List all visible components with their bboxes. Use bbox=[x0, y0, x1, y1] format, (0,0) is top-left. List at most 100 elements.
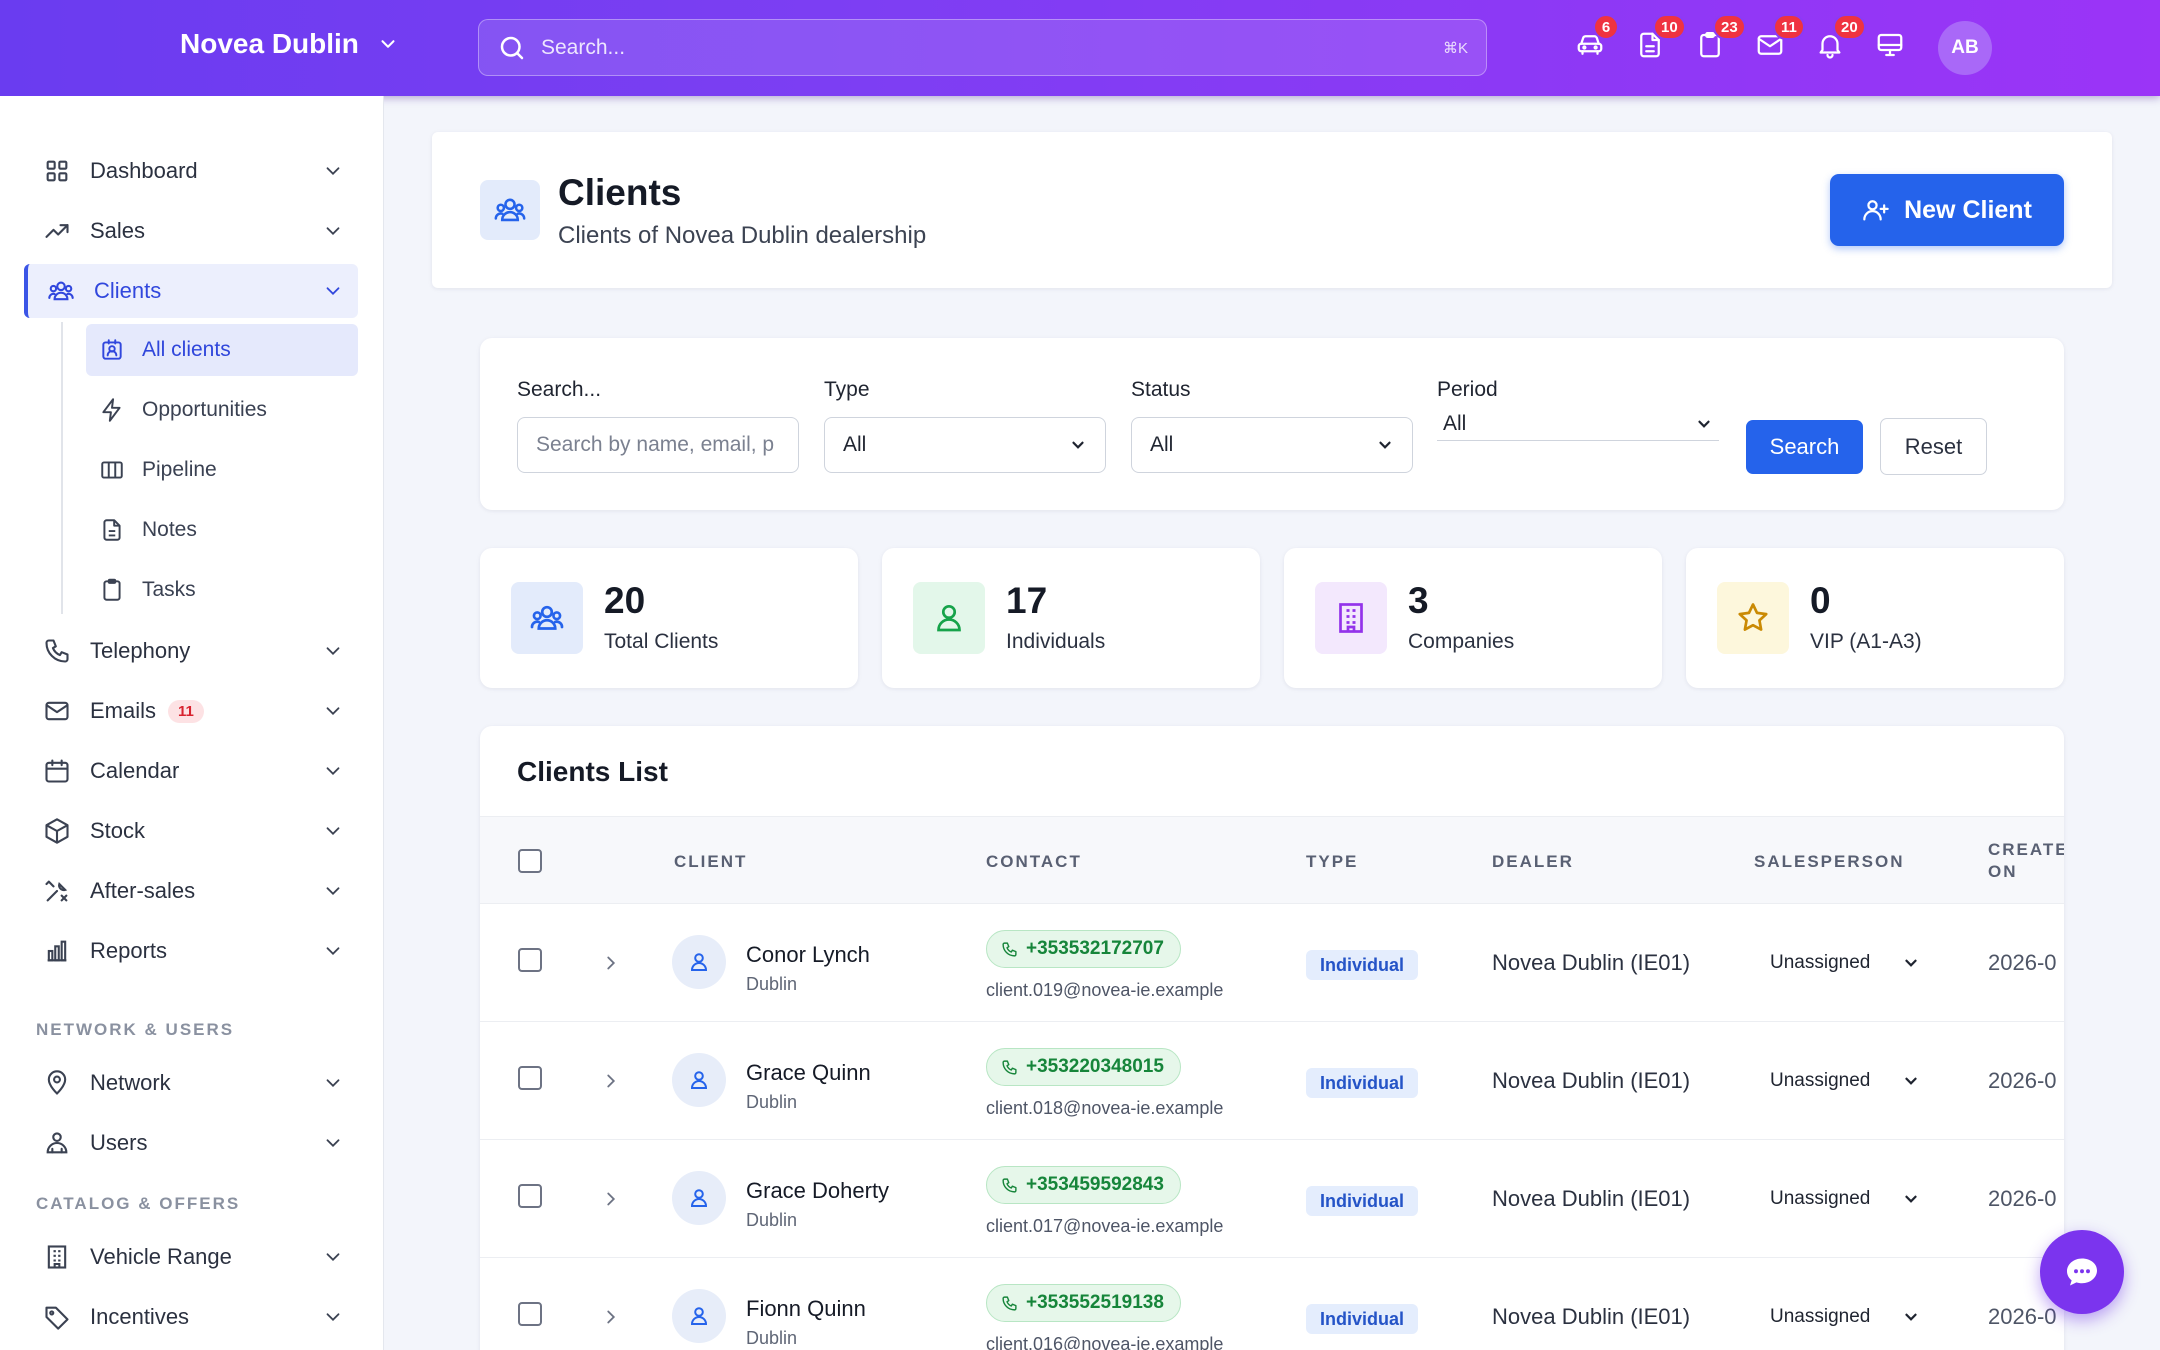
global-search[interactable]: ⌘K bbox=[478, 19, 1487, 76]
avatar bbox=[672, 1289, 726, 1343]
table-row[interactable]: Grace Doherty Dublin +353459592843 client.0… bbox=[480, 1140, 2064, 1258]
sidebar-item-clients[interactable]: Clients bbox=[24, 264, 358, 318]
row-checkbox[interactable] bbox=[518, 1184, 542, 1208]
row-checkbox[interactable] bbox=[518, 948, 542, 972]
stat-total-clients: 20 Total Clients bbox=[480, 548, 858, 688]
stat-icon-box bbox=[1717, 582, 1789, 654]
sidebar-item-telephony[interactable]: Telephony bbox=[24, 624, 358, 678]
notifications-button[interactable]: 20 bbox=[1815, 14, 1866, 64]
column-client[interactable]: CLIENT bbox=[674, 851, 747, 873]
tools-icon bbox=[45, 880, 68, 902]
type-badge: Individual bbox=[1306, 1186, 1419, 1216]
mail-badge: 11 bbox=[1773, 14, 1805, 40]
chat-icon bbox=[2067, 1258, 2097, 1286]
pin-icon bbox=[47, 1070, 67, 1095]
add-user-icon bbox=[1863, 200, 1889, 221]
phone-chip[interactable]: +353459592843 bbox=[986, 1166, 1181, 1204]
column-dealer[interactable]: DEALER bbox=[1492, 851, 1574, 873]
salesperson-select[interactable]: Unassigned bbox=[1770, 1296, 1920, 1338]
status-select[interactable]: All bbox=[1131, 417, 1413, 473]
chevron-down-icon bbox=[326, 1313, 340, 1322]
salesperson-select[interactable]: Unassigned bbox=[1770, 1060, 1920, 1102]
sidebar-subitem-label: Opportunities bbox=[142, 398, 267, 421]
global-search-input[interactable] bbox=[541, 35, 1443, 60]
select-all-checkbox[interactable] bbox=[518, 849, 542, 873]
sidebar-item-incentives[interactable]: Incentives bbox=[24, 1290, 358, 1344]
chevron-right-icon[interactable] bbox=[600, 1188, 622, 1210]
table-row[interactable]: Conor Lynch Dublin +353532172707 client.019… bbox=[480, 904, 2064, 1022]
salesperson-select[interactable]: Unassigned bbox=[1770, 942, 1920, 984]
period-select-value: All bbox=[1443, 411, 1467, 435]
chevron-right-icon[interactable] bbox=[600, 1070, 622, 1092]
phone-icon bbox=[1002, 1177, 1017, 1193]
sidebar-item-calendar[interactable]: Calendar bbox=[24, 744, 358, 798]
chevron-down-icon bbox=[1072, 441, 1084, 449]
user-avatar[interactable]: AB bbox=[1938, 21, 1992, 75]
mail-button[interactable]: 11 bbox=[1755, 14, 1805, 64]
sidebar-subitem-all-clients[interactable]: All clients bbox=[86, 324, 358, 376]
sidebar-item-users[interactable]: Users bbox=[24, 1116, 358, 1170]
client-email[interactable]: client.017@novea-ie.example bbox=[986, 1216, 1223, 1237]
column-created-line1: CREATE bbox=[1988, 840, 2064, 859]
note-icon bbox=[103, 519, 121, 541]
column-contact[interactable]: CONTACT bbox=[986, 851, 1082, 873]
column-created[interactable]: CREATE ON bbox=[1988, 839, 2064, 883]
client-name[interactable]: Grace Quinn bbox=[746, 1060, 871, 1086]
sidebar-item-label: Incentives bbox=[90, 1304, 190, 1329]
dealer-switcher[interactable]: Novea Dublin bbox=[180, 28, 399, 60]
person-icon bbox=[690, 1071, 708, 1089]
period-select[interactable]: All bbox=[1437, 407, 1719, 441]
sidebar-item-dashboard[interactable]: Dashboard bbox=[24, 144, 358, 198]
client-email[interactable]: client.019@novea-ie.example bbox=[986, 980, 1223, 1001]
client-name[interactable]: Conor Lynch bbox=[746, 942, 870, 968]
sidebar-item-vehicle-range[interactable]: Vehicle Range bbox=[24, 1230, 358, 1284]
client-name[interactable]: Fionn Quinn bbox=[746, 1296, 866, 1322]
monitor-icon bbox=[1877, 33, 1903, 57]
sidebar-item-network[interactable]: Network bbox=[24, 1056, 358, 1110]
sidebar-item-sales[interactable]: Sales bbox=[24, 204, 358, 258]
table-row[interactable]: Grace Quinn Dublin +353220348015 client.018… bbox=[480, 1022, 2064, 1140]
dealer-name: Novea Dublin (IE01) bbox=[1492, 950, 1691, 975]
documents-button[interactable]: 10 bbox=[1635, 14, 1686, 64]
chevron-down-icon bbox=[326, 1079, 340, 1088]
sidebar-item-emails[interactable]: Emails 11 bbox=[24, 684, 358, 738]
new-client-button[interactable]: New Client bbox=[1830, 174, 2064, 246]
column-salesperson[interactable]: SALESPERSON bbox=[1754, 851, 1904, 873]
sidebar-subitem-tasks[interactable]: Tasks bbox=[86, 564, 358, 616]
sidebar-item-stock[interactable]: Stock bbox=[24, 804, 358, 858]
sidebar-subitem-label: Tasks bbox=[142, 578, 196, 601]
tasks-badge: 23 bbox=[1713, 14, 1746, 40]
client-search-input[interactable] bbox=[517, 417, 799, 473]
chevron-down-icon bbox=[326, 767, 340, 776]
sidebar-item-label: After-sales bbox=[90, 878, 196, 903]
client-name[interactable]: Grace Doherty bbox=[746, 1178, 889, 1204]
sidebar-subitem-opportunities[interactable]: Opportunities bbox=[86, 384, 358, 436]
sidebar-item-after-sales[interactable]: After-sales bbox=[24, 864, 358, 918]
phone-chip[interactable]: +353532172707 bbox=[986, 930, 1181, 968]
phone-chip[interactable]: +353552519138 bbox=[986, 1284, 1181, 1322]
car-icon-button[interactable]: 6 bbox=[1575, 14, 1619, 64]
sidebar-item-reports[interactable]: Reports bbox=[24, 924, 358, 978]
search-button[interactable]: Search bbox=[1746, 420, 1863, 474]
reset-button[interactable]: Reset bbox=[1880, 418, 1987, 475]
column-type[interactable]: TYPE bbox=[1306, 851, 1358, 873]
sidebar-subitem-pipeline[interactable]: Pipeline bbox=[86, 444, 358, 496]
phone-chip[interactable]: +353220348015 bbox=[986, 1048, 1181, 1086]
salesperson-value: Unassigned bbox=[1770, 1070, 1871, 1091]
type-select[interactable]: All bbox=[824, 417, 1106, 473]
tasks-button[interactable]: 23 bbox=[1695, 14, 1746, 64]
display-button[interactable] bbox=[1875, 30, 1909, 64]
row-checkbox[interactable] bbox=[518, 1066, 542, 1090]
client-email[interactable]: client.018@novea-ie.example bbox=[986, 1098, 1223, 1119]
person-icon bbox=[690, 1307, 708, 1325]
chat-button[interactable] bbox=[2040, 1230, 2124, 1314]
sidebar-subitem-notes[interactable]: Notes bbox=[86, 504, 358, 556]
stat-value: 17 bbox=[1006, 580, 1048, 621]
salesperson-select[interactable]: Unassigned bbox=[1770, 1178, 1920, 1220]
row-checkbox[interactable] bbox=[518, 1302, 542, 1326]
table-row[interactable]: Fionn Quinn Dublin +353552519138 client.016… bbox=[480, 1258, 2064, 1350]
sidebar-item-label: Stock bbox=[90, 818, 146, 843]
chevron-right-icon[interactable] bbox=[600, 1306, 622, 1328]
chevron-right-icon[interactable] bbox=[600, 952, 622, 974]
client-email[interactable]: client.016@novea-ie.example bbox=[986, 1334, 1223, 1350]
